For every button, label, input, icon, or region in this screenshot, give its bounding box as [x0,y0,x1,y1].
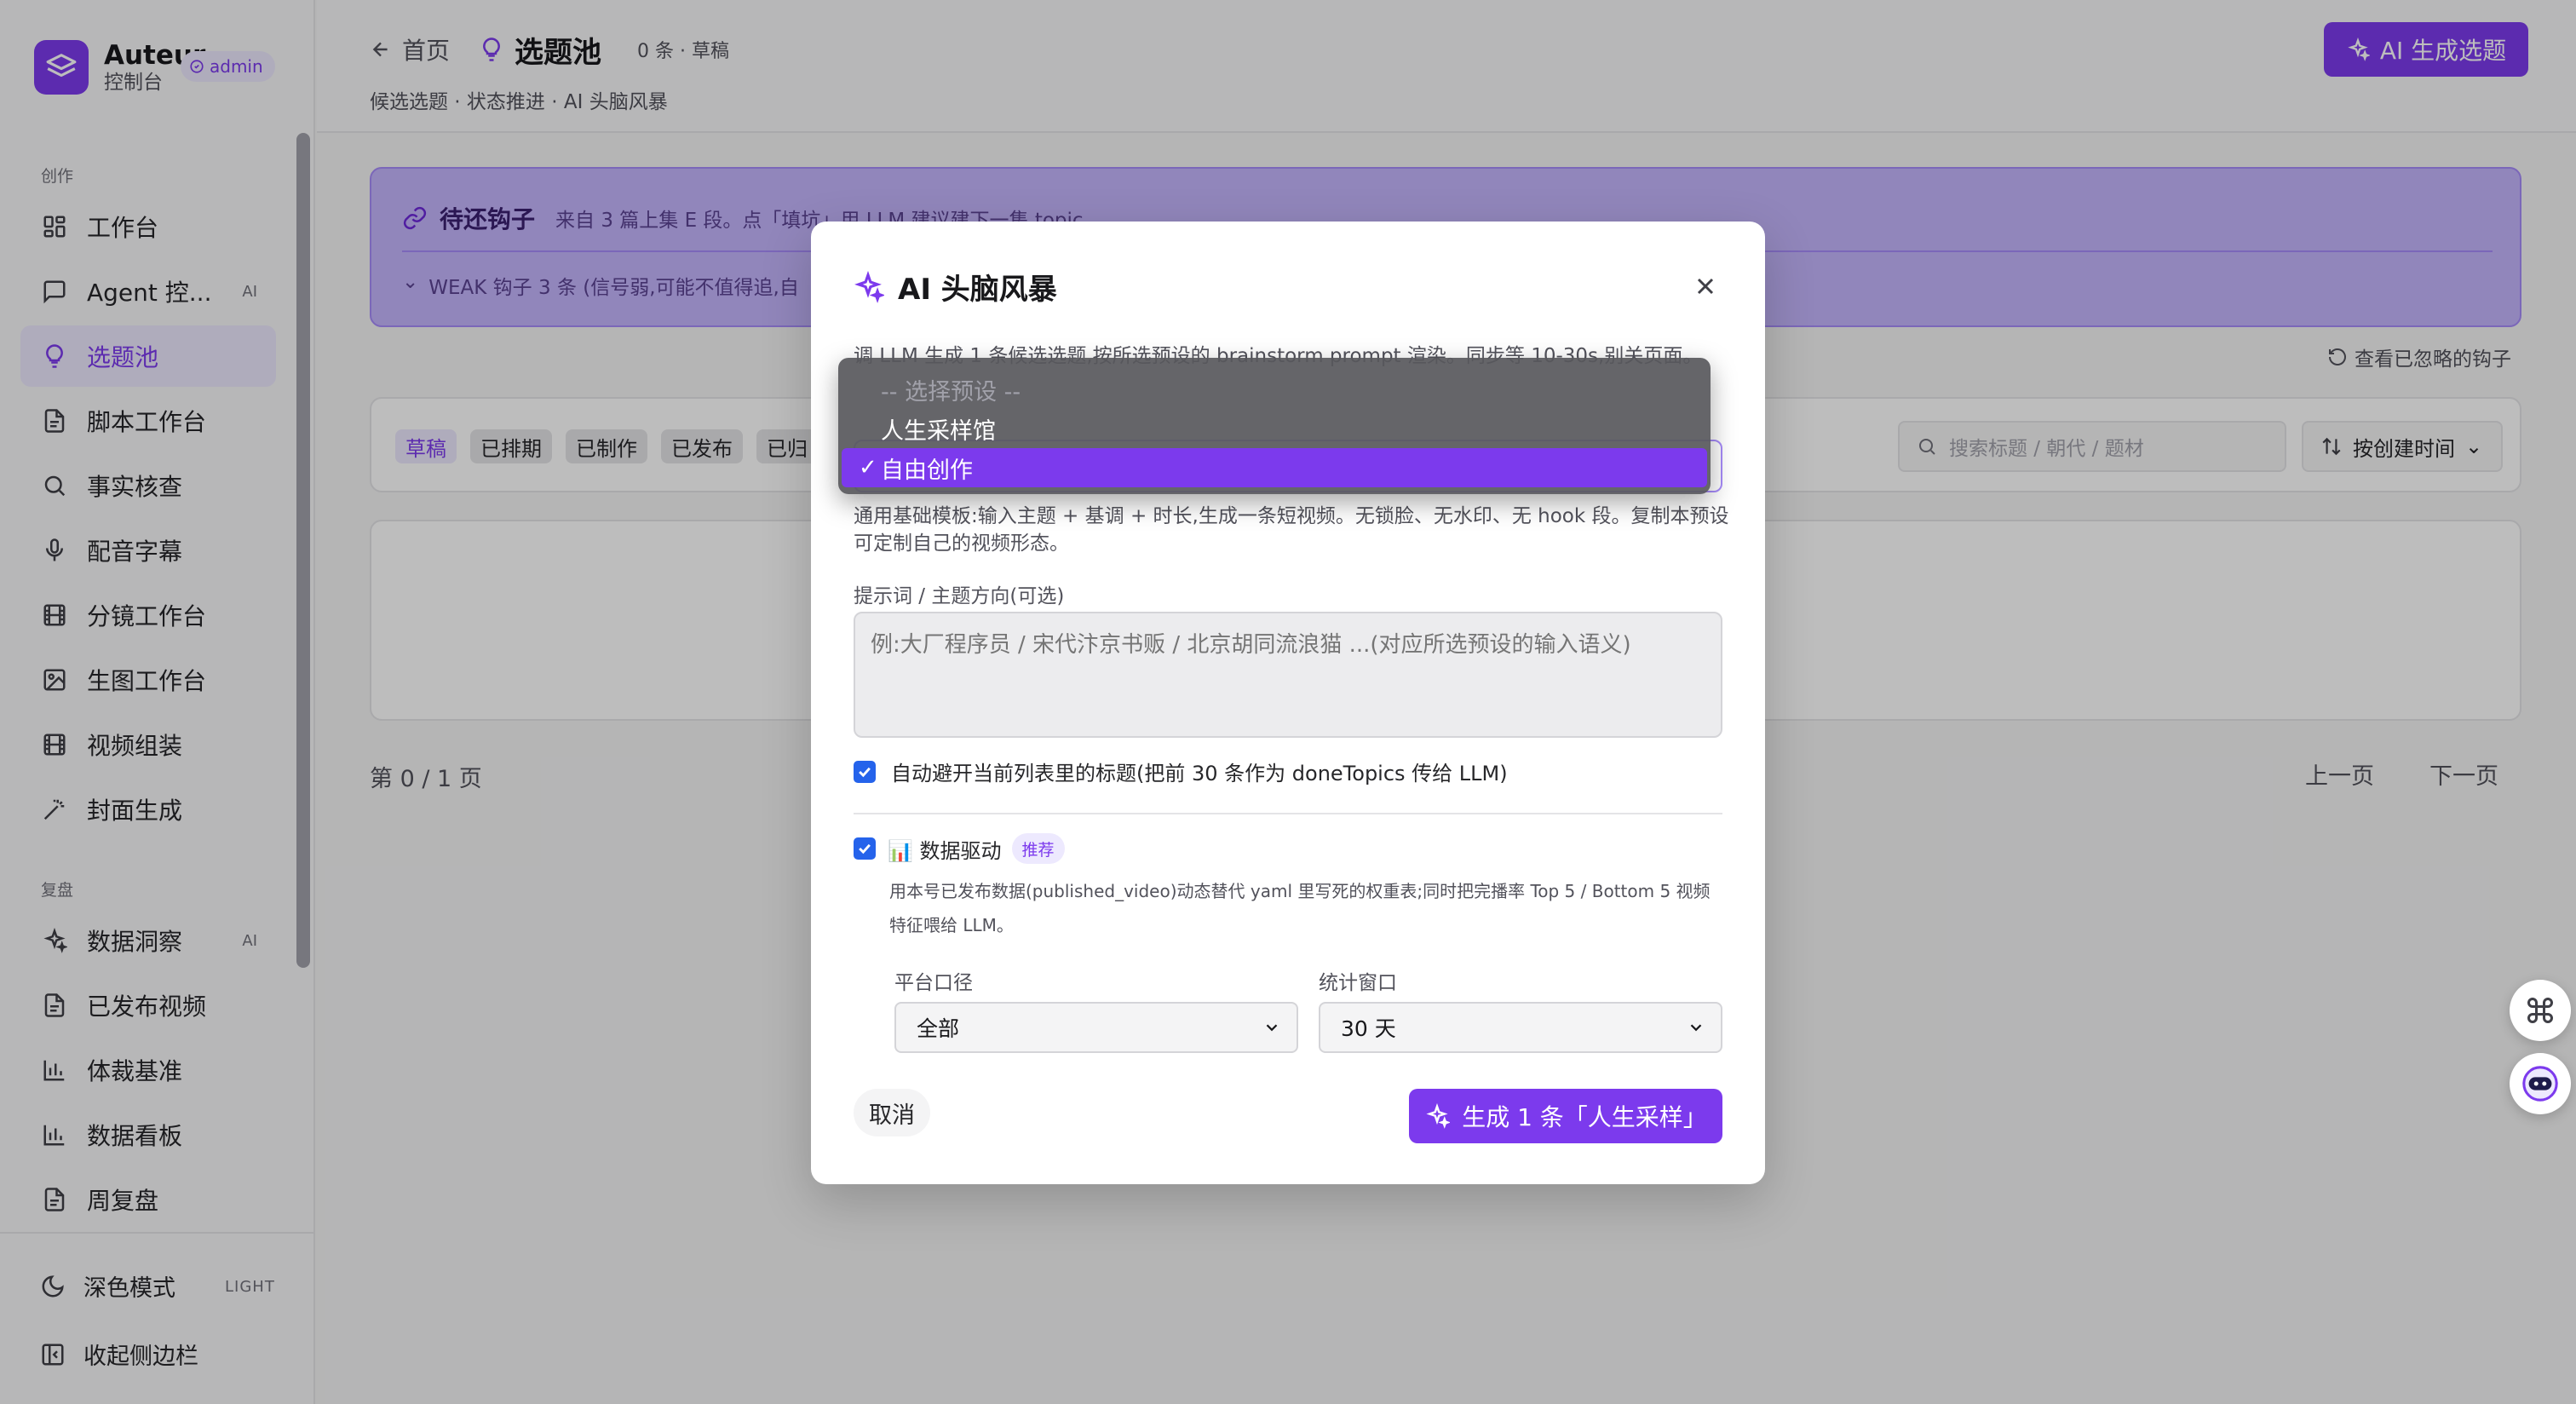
generate-submit-button[interactable]: 生成 1 条「人生采样」 [1409,1089,1722,1143]
preset-dropdown-menu: -- 选择预设 -- 人生采样馆 ✓ 自由创作 [838,358,1711,494]
command-shortcut-button[interactable] [2510,980,2571,1041]
prompt-label: 提示词 / 主题方向(可选) [854,585,1065,607]
check-icon [859,767,871,777]
chevron-down-icon [1266,1024,1278,1032]
platform-value: 全部 [917,1016,960,1041]
modal-title-text: AI 头脑风暴 [898,273,1057,307]
close-icon [1697,278,1714,295]
platform-label: 平台口径 [894,972,973,994]
sparkles-icon [1426,1103,1451,1129]
divider [854,813,1722,814]
checkmark-icon: ✓ [859,455,877,480]
data-driven-checkbox[interactable] [854,837,876,860]
option-label: 人生采样馆 [881,417,996,445]
preset-option-placeholder: -- 选择预设 -- [838,370,1711,409]
window-select[interactable]: 30 天 [1319,1002,1722,1053]
recommend-badge: 推荐 [1011,833,1065,864]
data-driven-option[interactable]: 📊 数据驱动 推荐 [854,833,1065,864]
avoid-titles-checkbox[interactable] [854,760,876,783]
avoid-titles-option[interactable]: 自动避开当前列表里的标题(把前 30 条作为 doneTopics 传给 LLM… [854,757,1508,786]
option-label: 自由创作 [881,457,973,484]
sparkles-icon [854,270,884,303]
robot-face-icon [2522,1066,2558,1102]
preset-description: 通用基础模板:输入主题 + 基调 + 时长,生成一条短视频。无锁脸、无水印、无 … [854,505,1729,555]
cancel-button[interactable]: 取消 [854,1089,930,1136]
assistant-bot-button[interactable] [2510,1053,2571,1114]
generate-submit-label: 生成 1 条「人生采样」 [1462,1103,1707,1131]
modal-title: AI 头脑风暴 [852,266,1057,308]
preset-option-free-creation[interactable]: ✓ 自由创作 [842,448,1707,487]
chevron-down-icon [1690,1024,1702,1032]
close-button[interactable] [1688,269,1722,303]
option-label: -- 选择预设 -- [881,378,1021,406]
window-label: 统计窗口 [1319,972,1397,994]
platform-select[interactable]: 全部 [894,1002,1298,1053]
command-icon [2527,998,2553,1023]
check-icon [859,843,871,854]
window-value: 30 天 [1341,1016,1396,1041]
preset-option-life-sampling[interactable]: 人生采样馆 [838,409,1711,448]
prompt-textarea[interactable] [854,612,1722,738]
data-driven-description: 用本号已发布数据(published_video)动态替代 yaml 里写死的权… [889,881,1711,935]
data-driven-label: 📊 数据驱动 [888,838,1002,863]
avoid-titles-label: 自动避开当前列表里的标题(把前 30 条作为 doneTopics 传给 LLM… [891,762,1508,785]
